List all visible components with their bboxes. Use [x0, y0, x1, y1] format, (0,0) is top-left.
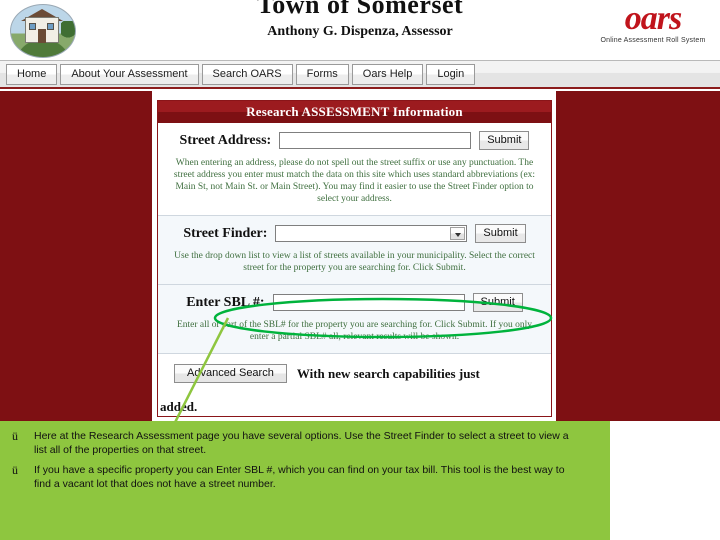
street-address-section: Street Address: Submit When entering an … — [158, 123, 551, 216]
nav-item-forms[interactable]: Forms — [295, 64, 349, 85]
street-finder-select[interactable] — [275, 225, 468, 242]
checkmark-icon: ü — [12, 463, 18, 477]
nav-item-home[interactable]: Home — [6, 64, 58, 85]
left-red-panel — [0, 91, 152, 421]
street-finder-submit-button[interactable]: Submit — [475, 224, 526, 243]
callout-item-1: ü Here at the Research Assessment page y… — [12, 429, 598, 457]
street-finder-label: Street Finder: — [183, 225, 268, 241]
nav-item-search-oars[interactable]: Search OARS — [201, 64, 293, 85]
sbl-section: Enter SBL #: Submit Enter all or part of… — [158, 285, 551, 354]
oars-logo-subtitle: Online Assessment Roll System — [600, 37, 706, 44]
street-finder-row: Street Finder: Submit — [168, 224, 541, 243]
advanced-search-note: With new search capabilities just — [296, 365, 480, 381]
oars-logo[interactable]: oars Online Assessment Roll System — [594, 2, 712, 52]
sbl-help-text: Enter all or part of the SBL# for the pr… — [176, 320, 533, 342]
sbl-label: Enter SBL #: — [186, 294, 265, 310]
right-red-panel — [556, 91, 720, 421]
street-finder-help-text: Use the drop down list to view a list of… — [174, 251, 535, 273]
oars-logo-word: oars — [624, 0, 682, 37]
street-address-submit-button[interactable]: Submit — [479, 131, 530, 150]
advanced-search-row: Advanced Search With new search capabili… — [158, 354, 551, 387]
town-seal-icon — [10, 4, 76, 58]
navbar-items: Home About Your Assessment Search OARS F… — [6, 64, 476, 85]
street-address-input[interactable] — [279, 132, 472, 149]
street-address-help-text: When entering an address, please do not … — [173, 158, 536, 204]
nav-item-oars-help[interactable]: Oars Help — [351, 64, 424, 85]
advanced-search-button[interactable]: Advanced Search — [174, 364, 287, 383]
sbl-input[interactable] — [272, 294, 465, 311]
street-address-row: Street Address: Submit — [168, 131, 541, 150]
nav-item-login[interactable]: Login — [426, 64, 476, 85]
callout-item-2-text: If you have a specific property you can … — [34, 464, 565, 490]
street-address-label: Street Address: — [179, 132, 272, 148]
sbl-submit-button[interactable]: Submit — [472, 293, 523, 312]
research-assessment-panel: Research ASSESSMENT Information Street A… — [157, 100, 552, 417]
advanced-search-note-line2: added. — [160, 399, 198, 414]
sbl-row: Enter SBL #: Submit — [168, 293, 541, 312]
callout-item-1-text: Here at the Research Assessment page you… — [34, 430, 569, 456]
street-finder-section: Street Finder: Submit Use the drop down … — [158, 216, 551, 285]
callout-item-2: ü If you have a specific property you ca… — [12, 463, 598, 491]
panel-title: Research ASSESSMENT Information — [158, 101, 551, 123]
chevron-down-icon[interactable] — [450, 227, 466, 240]
callout-right-filler — [610, 421, 720, 540]
main-navbar: Home About Your Assessment Search OARS F… — [0, 60, 720, 89]
instruction-callout: ü Here at the Research Assessment page y… — [0, 421, 610, 540]
site-header: Town of Somerset Anthony G. Dispenza, As… — [0, 0, 720, 60]
checkmark-icon: ü — [12, 429, 18, 443]
nav-item-about-your-assessment[interactable]: About Your Assessment — [60, 64, 199, 85]
